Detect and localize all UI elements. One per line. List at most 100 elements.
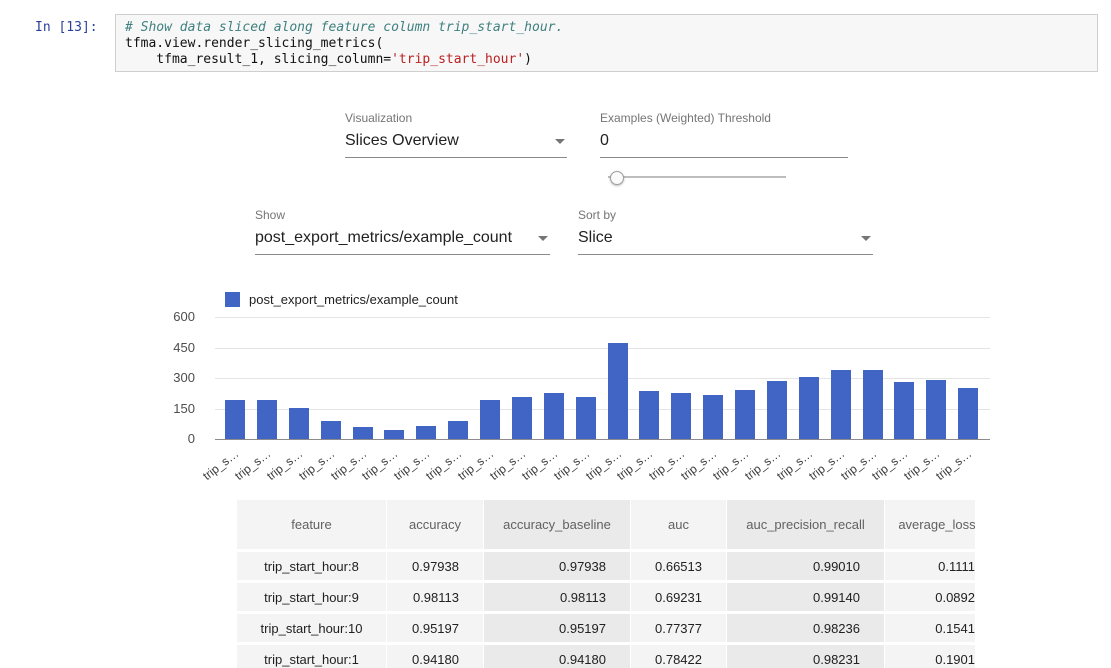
metric-cell: 0.1901: [885, 645, 975, 668]
table-column-header: accuracy_baseline: [484, 500, 631, 552]
table-column-header: average_loss: [885, 500, 975, 552]
visualization-select[interactable]: Slices Overview: [345, 132, 567, 158]
sort-control: Sort by Slice: [578, 208, 873, 255]
code-line-2: tfma.view.render_slicing_metrics(: [125, 36, 383, 51]
show-metric-select[interactable]: post_export_metrics/example_count: [255, 229, 550, 255]
threshold-input[interactable]: [600, 132, 848, 158]
metric-cell: 0.69231: [631, 583, 727, 614]
bar[interactable]: [639, 391, 659, 439]
metrics-table: featureaccuracyaccuracy_baselineaucauc_p…: [237, 500, 975, 668]
bar[interactable]: [353, 427, 373, 439]
bar[interactable]: [480, 400, 500, 439]
bar[interactable]: [958, 388, 978, 439]
show-control: Show post_export_metrics/example_count: [255, 208, 550, 255]
bar[interactable]: [926, 380, 946, 439]
y-axis-tick: 300: [173, 370, 195, 385]
slider-track: [608, 176, 786, 178]
table-column-header: accuracy: [387, 500, 484, 552]
code-line-3: tfma_result_1, slicing_column=: [125, 52, 391, 67]
bar[interactable]: [863, 370, 883, 439]
gridline: [215, 348, 990, 349]
table-header-row: featureaccuracyaccuracy_baselineaucauc_p…: [237, 500, 975, 552]
y-axis-tick: 600: [173, 309, 195, 324]
visualization-control: Visualization Slices Overview: [345, 111, 567, 158]
metric-cell: 0.94180: [387, 645, 484, 668]
sort-by-select[interactable]: Slice: [578, 229, 873, 255]
code-string-literal: 'trip_start_hour': [391, 52, 524, 67]
table-body: trip_start_hour:80.979380.979380.665130.…: [237, 552, 975, 668]
code-cell[interactable]: # Show data sliced along feature column …: [115, 14, 1098, 72]
sort-by-label: Sort by: [578, 208, 873, 222]
bar[interactable]: [767, 381, 787, 439]
metric-cell: 0.1111: [885, 552, 975, 583]
bar[interactable]: [448, 421, 468, 439]
metric-cell: 0.77377: [631, 614, 727, 645]
table-row[interactable]: trip_start_hour:100.951970.951970.773770…: [237, 614, 975, 645]
table-row[interactable]: trip_start_hour:80.979380.979380.665130.…: [237, 552, 975, 583]
metric-cell: 0.94180: [484, 645, 631, 668]
bar[interactable]: [321, 421, 341, 439]
bar[interactable]: [831, 370, 851, 439]
metric-cell: 0.95197: [387, 614, 484, 645]
show-metric-value: post_export_metrics/example_count: [255, 229, 512, 246]
gridline: [215, 439, 990, 440]
legend-swatch: [225, 292, 240, 307]
bar[interactable]: [416, 426, 436, 439]
chart-y-axis: 0150300450600: [150, 317, 205, 447]
feature-cell: trip_start_hour:8: [237, 552, 387, 583]
legend-label: post_export_metrics/example_count: [249, 292, 458, 307]
feature-cell: trip_start_hour:9: [237, 583, 387, 614]
slider-thumb[interactable]: [610, 171, 624, 185]
chevron-down-icon: [861, 236, 871, 241]
metric-cell: 0.95197: [484, 614, 631, 645]
threshold-control: Examples (Weighted) Threshold: [600, 111, 848, 158]
y-axis-tick: 450: [173, 340, 195, 355]
bar[interactable]: [671, 393, 691, 439]
show-label: Show: [255, 208, 550, 222]
chart-legend: post_export_metrics/example_count: [225, 292, 458, 307]
metric-cell: 0.66513: [631, 552, 727, 583]
visualization-label: Visualization: [345, 111, 567, 125]
bar[interactable]: [289, 408, 309, 439]
bar[interactable]: [703, 395, 723, 439]
bar[interactable]: [384, 430, 404, 439]
gridline: [215, 317, 990, 318]
bar[interactable]: [257, 400, 277, 439]
sort-by-value: Slice: [578, 229, 613, 246]
visualization-value: Slices Overview: [345, 132, 459, 149]
chevron-down-icon: [538, 236, 548, 241]
bar-chart-plot: trip_s…trip_s…trip_s…trip_s…trip_s…trip_…: [215, 317, 990, 439]
metric-cell: 0.97938: [484, 552, 631, 583]
bar[interactable]: [799, 377, 819, 439]
table-column-header: auc_precision_recall: [727, 500, 885, 552]
metric-cell: 0.78422: [631, 645, 727, 668]
table-column-header: auc: [631, 500, 727, 552]
bar[interactable]: [576, 397, 596, 439]
code-comment: # Show data sliced along feature column …: [125, 20, 563, 35]
y-axis-tick: 0: [188, 431, 195, 446]
cell-prompt: In [13]:: [35, 20, 98, 35]
metric-cell: 0.98113: [387, 583, 484, 614]
table-row[interactable]: trip_start_hour:10.941800.941800.784220.…: [237, 645, 975, 668]
bar[interactable]: [512, 397, 532, 439]
metric-cell: 0.1541: [885, 614, 975, 645]
metric-cell: 0.98231: [727, 645, 885, 668]
bar[interactable]: [735, 390, 755, 439]
metric-cell: 0.98113: [484, 583, 631, 614]
metric-cell: 0.98236: [727, 614, 885, 645]
table-column-header: feature: [237, 500, 387, 552]
threshold-label: Examples (Weighted) Threshold: [600, 111, 848, 125]
feature-cell: trip_start_hour:10: [237, 614, 387, 645]
bar[interactable]: [225, 400, 245, 439]
bar[interactable]: [544, 393, 564, 439]
metric-cell: 0.99140: [727, 583, 885, 614]
threshold-slider[interactable]: [608, 170, 786, 184]
metric-cell: 0.0892: [885, 583, 975, 614]
table-row[interactable]: trip_start_hour:90.981130.981130.692310.…: [237, 583, 975, 614]
metric-cell: 0.97938: [387, 552, 484, 583]
bar[interactable]: [608, 343, 628, 439]
metric-cell: 0.99010: [727, 552, 885, 583]
feature-cell: trip_start_hour:1: [237, 645, 387, 668]
chevron-down-icon: [555, 139, 565, 144]
bar[interactable]: [894, 382, 914, 439]
